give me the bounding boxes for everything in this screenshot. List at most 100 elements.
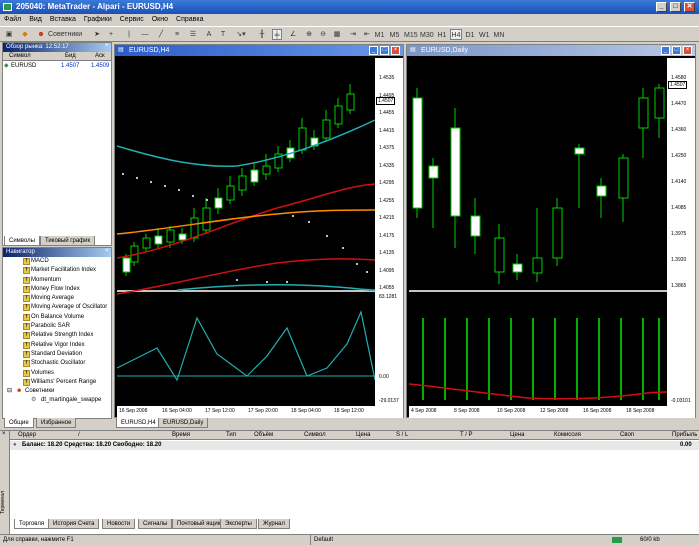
col-commission[interactable]: Комиссия xyxy=(554,431,581,440)
col-price[interactable]: Цена xyxy=(356,431,370,440)
chart-window-daily[interactable]: ▤ EURUSD,Daily _ □ × EURUSD,Daily 1.4328… xyxy=(406,44,696,418)
tab-terminal-1[interactable]: История Счета xyxy=(48,519,100,529)
tf-m15[interactable]: M15 xyxy=(403,29,418,40)
text-icon[interactable]: A xyxy=(204,29,214,40)
trendline-icon[interactable]: ╱ xyxy=(156,29,166,40)
tab-terminal-2[interactable]: Новости xyxy=(102,519,136,529)
tf-d1[interactable]: D1 xyxy=(464,29,476,40)
collapse-icon[interactable]: ⊟ xyxy=(7,387,12,396)
list-item[interactable]: f Relative Strength Index xyxy=(3,331,111,340)
list-item[interactable]: f On Balance Volume xyxy=(3,313,111,322)
tree-advisors[interactable]: ⊟ ☻ Советники xyxy=(3,387,111,396)
list-item[interactable]: f Relative Vigor Index xyxy=(3,341,111,350)
col-price2[interactable]: Цена xyxy=(510,431,524,440)
close-button[interactable]: ✕ xyxy=(684,2,695,12)
menu-file[interactable]: Файл xyxy=(4,16,21,23)
col-type[interactable]: Тип xyxy=(226,431,236,440)
tf-h1[interactable]: H1 xyxy=(436,29,448,40)
menu-help[interactable]: Справка xyxy=(176,16,203,23)
autoscroll-icon[interactable]: ⇥ xyxy=(348,29,358,40)
tab-tick-chart[interactable]: Тиковый график xyxy=(40,236,96,246)
candles-icon[interactable]: ╪ xyxy=(272,29,282,40)
advisors-icon[interactable]: ☻ xyxy=(36,29,46,40)
menu-insert[interactable]: Вставка xyxy=(50,16,76,23)
col-time[interactable]: Время xyxy=(172,431,190,440)
col-sl[interactable]: S / L xyxy=(396,431,408,440)
tf-m1[interactable]: M1 xyxy=(373,29,386,40)
list-item[interactable]: f Momentum xyxy=(3,276,111,285)
tab-favorites[interactable]: Избранное xyxy=(36,418,77,428)
minimize-button[interactable]: _ xyxy=(656,2,667,12)
menu-window[interactable]: Окно xyxy=(152,16,168,23)
zoom-in-icon[interactable]: ⊕ xyxy=(304,29,314,40)
tab-symbols[interactable]: Символы xyxy=(4,236,40,246)
tf-m30[interactable]: M30 xyxy=(419,29,434,40)
list-item[interactable]: f MACD xyxy=(3,257,111,266)
tab-terminal-3[interactable]: Сигналы xyxy=(138,519,173,529)
list-item[interactable]: f Williams' Percent Range xyxy=(3,378,111,387)
cursor-icon[interactable]: ➤ xyxy=(92,29,102,40)
col-symbol[interactable]: Символ xyxy=(304,431,326,440)
menu-view[interactable]: Вид xyxy=(29,16,42,23)
table-row[interactable]: ◆ EURUSD 1.4507 1.4509 xyxy=(3,61,111,71)
tab-terminal-6[interactable]: Журнал xyxy=(258,519,290,529)
minimize-button[interactable]: _ xyxy=(661,46,670,55)
list-item[interactable]: f Standard Deviation xyxy=(3,350,111,359)
metaeditor-icon[interactable]: ◆ xyxy=(20,29,30,40)
fibo-icon[interactable]: ☰ xyxy=(188,29,198,40)
new-order-icon[interactable]: ▣ xyxy=(4,29,14,40)
col-order[interactable]: Ордер xyxy=(18,431,36,440)
maximize-button[interactable]: □ xyxy=(672,46,681,55)
price-tick: 1.4095 xyxy=(379,267,395,274)
list-item[interactable]: f Parabolic SAR xyxy=(3,322,111,331)
close-button[interactable]: × xyxy=(683,46,692,55)
channel-icon[interactable]: ≡ xyxy=(172,29,182,40)
tab-common[interactable]: Общие xyxy=(4,418,34,428)
list-item[interactable]: f Moving Average of Oscillator xyxy=(3,303,111,312)
col-profit[interactable]: Прибыль xyxy=(672,431,697,440)
chart-h4-canvas[interactable]: EURUSD,H4 1.4471 1.4542 1.4467 1.4507 Fo… xyxy=(117,58,403,418)
tf-m5[interactable]: M5 xyxy=(388,29,401,40)
list-item[interactable]: f Market Facilitation Index xyxy=(3,266,111,275)
tab-terminal-4[interactable]: Почтовый ящик xyxy=(172,519,226,529)
vline-icon[interactable]: | xyxy=(124,29,134,40)
list-item[interactable]: ⚙ dt_martingale_swappe xyxy=(3,396,111,405)
bar-chart-icon[interactable]: ╫ xyxy=(257,29,267,40)
col-volume[interactable]: Объём xyxy=(254,431,273,440)
maximize-button[interactable]: □ xyxy=(380,46,389,55)
advisors-button[interactable]: Советники xyxy=(48,29,88,40)
line-chart-icon[interactable]: ∠ xyxy=(288,29,298,40)
tab-chart-h4[interactable]: EURUSD,H4 xyxy=(116,418,161,428)
list-item[interactable]: f Stochastic Oscillator xyxy=(3,359,111,368)
list-item[interactable]: f Moving Average xyxy=(3,294,111,303)
close-icon[interactable]: × xyxy=(105,43,109,49)
minimize-button[interactable]: _ xyxy=(369,46,378,55)
zoom-out-icon[interactable]: ⊖ xyxy=(318,29,328,40)
chart-shift-icon[interactable]: ⇤ xyxy=(362,29,372,40)
arrows-icon[interactable]: ↘▾ xyxy=(234,29,248,40)
tf-w1[interactable]: W1 xyxy=(478,29,490,40)
tab-terminal-0[interactable]: Торговля xyxy=(14,519,50,529)
menu-tools[interactable]: Сервис xyxy=(120,16,144,23)
chart-window-h4[interactable]: ▤ EURUSD,H4 _ □ × EURUSD,H4 1.4471 1.454… xyxy=(114,44,404,418)
hline-icon[interactable]: — xyxy=(140,29,150,40)
col-tp[interactable]: T / P xyxy=(460,431,473,440)
menu-charts[interactable]: Графики xyxy=(84,16,112,23)
list-item[interactable]: f Volumes xyxy=(3,369,111,378)
sar-dot xyxy=(150,181,152,183)
tile-windows-icon[interactable]: ▦ xyxy=(332,29,342,40)
tab-terminal-5[interactable]: Эксперты xyxy=(220,519,257,529)
list-item[interactable]: f Money Flow Index xyxy=(3,285,111,294)
tab-chart-daily[interactable]: EURUSD,Daily xyxy=(158,418,209,428)
tf-h4[interactable]: H4 xyxy=(450,29,462,40)
balance-row[interactable]: ● Баланс: 18.20 Средства: 18.20 Свободно… xyxy=(10,441,699,450)
col-swap[interactable]: Своп xyxy=(620,431,634,440)
close-button[interactable]: × xyxy=(391,46,400,55)
maximize-button[interactable]: □ xyxy=(670,2,681,12)
crosshair-icon[interactable]: + xyxy=(106,29,116,40)
label-icon[interactable]: T xyxy=(218,29,228,40)
tf-mn[interactable]: MN xyxy=(492,29,506,40)
chart-daily-canvas[interactable]: EURUSD,Daily 1.4328 1.4542 1.4278 1.4507… xyxy=(409,58,695,418)
close-icon[interactable]: × xyxy=(2,431,6,437)
close-icon[interactable]: × xyxy=(105,248,109,254)
